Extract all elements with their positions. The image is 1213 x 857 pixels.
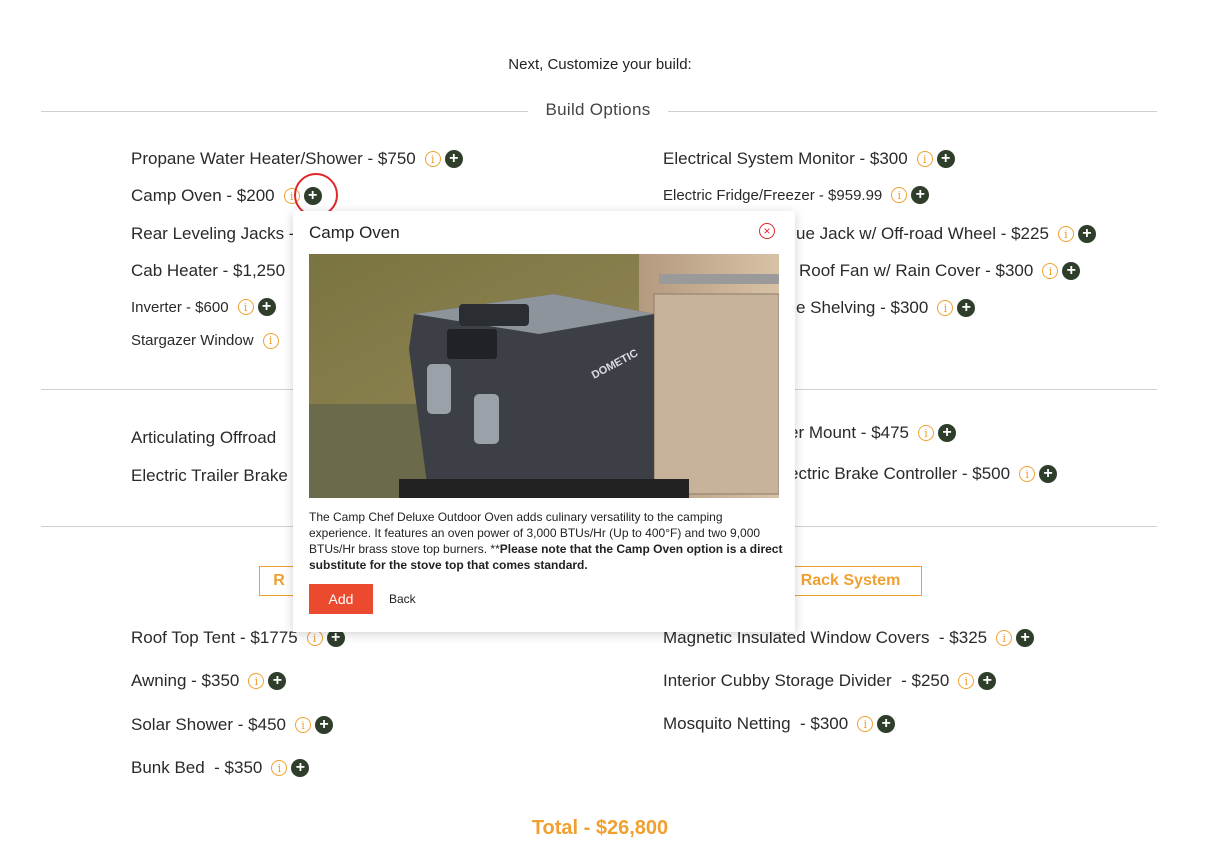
option-label: Electric Fridge/Freezer - $959.99 <box>663 186 883 204</box>
info-icon[interactable]: i <box>294 717 311 733</box>
info-icon[interactable]: i <box>1042 263 1059 279</box>
option-shelving: e Shelving - $300 i + <box>796 298 976 318</box>
section-title-build-options: Build Options <box>528 100 668 120</box>
close-icon[interactable]: × <box>759 223 775 239</box>
option-label: Stargazer Window <box>131 332 254 349</box>
option-awning: Awning - $350 i + <box>131 671 287 691</box>
option-cubby-divider: Interior Cubby Storage Divider - $250 i … <box>663 671 997 691</box>
add-option-icon[interactable]: + <box>314 716 333 734</box>
option-label: ectric Brake Controller - $500 <box>789 464 1011 483</box>
modal-title: Camp Oven <box>309 223 400 242</box>
info-icon[interactable]: i <box>1057 226 1074 242</box>
option-inverter: Inverter - $600 i + <box>131 298 276 316</box>
add-option-icon[interactable]: + <box>877 715 896 733</box>
option-label: Roof Top Tent - $1775 <box>131 628 298 647</box>
option-cab-heater: Cab Heater - $1,250 <box>131 261 285 281</box>
info-icon[interactable]: i <box>891 187 908 203</box>
rack-system-button[interactable]: Rack System <box>779 566 922 596</box>
add-option-icon[interactable]: + <box>291 759 310 777</box>
option-solar-shower: Solar Shower - $450 i + <box>131 715 333 735</box>
option-label: Articulating Offroad <box>131 428 277 447</box>
add-option-icon[interactable]: + <box>257 298 276 316</box>
option-electric-trailer-brake: Electric Trailer Brake <box>131 466 288 486</box>
option-fridge-freezer: Electric Fridge/Freezer - $959.99 i + <box>663 186 930 204</box>
option-label: e Shelving - $300 <box>796 298 929 317</box>
option-stargazer-window: Stargazer Window i <box>131 332 279 349</box>
option-label: Cab Heater - $1,250 <box>131 261 286 280</box>
option-label: Solar Shower - $450 <box>131 715 286 734</box>
option-info-modal: Camp Oven × DOMETIC The Camp Chef Deluxe… <box>293 211 795 632</box>
page-heading: Next, Customize your build: <box>508 56 692 73</box>
option-label: Bunk Bed - $350 <box>131 758 263 777</box>
product-photo: DOMETIC <box>309 254 779 498</box>
add-option-icon[interactable]: + <box>1062 262 1081 280</box>
info-icon[interactable]: i <box>1019 466 1036 482</box>
info-icon[interactable]: i <box>996 630 1013 646</box>
option-label: Awning - $350 <box>131 671 240 690</box>
option-roof-fan: Roof Fan w/ Rain Cover - $300 i + <box>799 261 1081 281</box>
option-label: Rear Leveling Jacks - <box>131 224 295 243</box>
option-rear-leveling-jacks: Rear Leveling Jacks - <box>131 224 294 244</box>
option-water-heater: Propane Water Heater/Shower - $750 i + <box>131 149 463 169</box>
add-option-icon[interactable]: + <box>936 150 955 168</box>
modal-description: The Camp Chef Deluxe Outdoor Oven adds c… <box>309 509 783 573</box>
add-option-icon[interactable]: + <box>911 186 930 204</box>
option-mount: er Mount - $475 i + <box>789 423 957 443</box>
option-mosquito-netting: Mosquito Netting - $300 i + <box>663 714 896 734</box>
option-brake-controller: ectric Brake Controller - $500 i + <box>789 464 1058 484</box>
option-tongue-jack: ue Jack w/ Off-road Wheel - $225 i + <box>796 224 1096 244</box>
add-button[interactable]: Add <box>309 584 373 614</box>
option-label: ue Jack w/ Off-road Wheel - $225 <box>796 224 1049 243</box>
add-option-icon[interactable]: + <box>1039 465 1058 483</box>
option-articulating-offroad: Articulating Offroad <box>131 428 276 448</box>
info-icon[interactable]: i <box>248 673 265 689</box>
add-option-icon[interactable]: + <box>268 672 287 690</box>
add-option-icon[interactable]: + <box>1016 629 1035 647</box>
add-option-icon[interactable]: + <box>444 150 463 168</box>
option-label: Electric Trailer Brake <box>131 466 288 485</box>
add-option-icon[interactable]: + <box>957 299 976 317</box>
option-label: Inverter - $600 <box>131 298 229 316</box>
option-label: Interior Cubby Storage Divider - $250 <box>663 671 950 690</box>
add-option-icon[interactable]: + <box>1077 225 1096 243</box>
option-label: Electrical System Monitor - $300 <box>663 149 908 168</box>
info-icon[interactable]: i <box>857 716 874 732</box>
info-icon[interactable]: i <box>958 673 975 689</box>
option-label: Camp Oven - $200 <box>131 186 275 205</box>
info-icon[interactable]: i <box>937 300 954 316</box>
info-icon[interactable]: i <box>262 332 279 349</box>
info-icon[interactable]: i <box>237 299 254 315</box>
add-option-icon[interactable]: + <box>938 424 957 442</box>
option-label: Mosquito Netting - $300 <box>663 714 849 733</box>
info-icon[interactable]: i <box>271 760 288 776</box>
option-electrical-monitor: Electrical System Monitor - $300 i + <box>663 149 955 169</box>
option-bunk-bed: Bunk Bed - $350 i + <box>131 758 310 778</box>
option-label: Roof Fan w/ Rain Cover - $300 <box>799 261 1034 280</box>
info-icon[interactable]: i <box>424 151 441 167</box>
option-label: Propane Water Heater/Shower - $750 <box>131 149 416 168</box>
option-label: er Mount - $475 <box>789 423 910 442</box>
info-icon[interactable]: i <box>918 425 935 441</box>
add-option-icon[interactable]: + <box>978 672 997 690</box>
total-price: Total - $26,800 <box>531 817 669 839</box>
info-icon[interactable]: i <box>306 630 323 646</box>
info-icon[interactable]: i <box>916 151 933 167</box>
back-button[interactable]: Back <box>389 592 416 606</box>
